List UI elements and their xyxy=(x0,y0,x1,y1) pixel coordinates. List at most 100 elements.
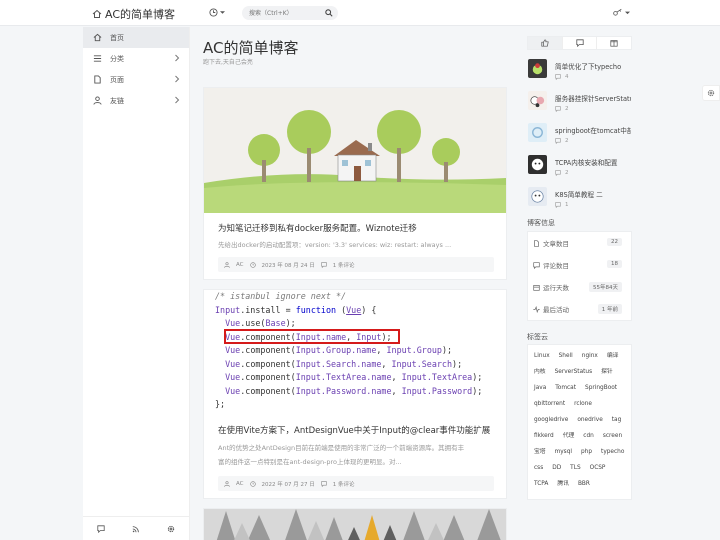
tag-link[interactable]: screen xyxy=(603,431,622,441)
tag-link[interactable]: OCSP xyxy=(590,463,606,473)
recent-post-count: 1 xyxy=(555,202,569,208)
blog-stats: 文章数目 22 评论数目 18 运行天数 55年84天 最后活动 1 年前 xyxy=(527,231,632,321)
post-comments[interactable]: 1 条评论 xyxy=(333,480,355,488)
sidebar-item-label: 友链 xyxy=(110,96,124,105)
tag-link[interactable]: BBR xyxy=(578,479,590,489)
recent-post-title[interactable]: 简单优化了下typecho xyxy=(555,61,631,71)
tag-link[interactable]: nginx xyxy=(582,351,598,361)
tag-link[interactable]: SpringBoot xyxy=(585,383,617,393)
settings-icon[interactable] xyxy=(167,525,175,533)
sidebar-item-label: 首页 xyxy=(110,33,124,42)
sidebar-item-pages[interactable]: 页面 xyxy=(83,69,189,90)
post-cover-image[interactable] xyxy=(204,509,506,540)
tag-link[interactable]: Tomcat xyxy=(555,383,576,393)
file-icon xyxy=(534,239,539,247)
page-subtitle: 跑下去,天自己会亮 xyxy=(203,59,253,66)
tag-link[interactable]: 腾讯 xyxy=(557,479,569,489)
tag-link[interactable]: onedrive xyxy=(577,415,602,425)
recent-post-title[interactable]: 服务器挂探针ServerStatus xyxy=(555,93,631,103)
pulse-icon xyxy=(533,305,540,313)
tag-link[interactable]: ServerStatus xyxy=(555,367,592,377)
post-date: 2022 年 07 月 27 日 xyxy=(261,481,315,488)
sidebar-tabs xyxy=(527,36,632,50)
sidebar-item-categories[interactable]: 分类 xyxy=(83,48,189,69)
tag-link[interactable]: typecho xyxy=(601,447,624,457)
key-icon xyxy=(613,8,622,16)
list-item[interactable]: springboot在tomcat中部署 2 xyxy=(527,119,632,151)
recent-post-title[interactable]: K8S简单教程 二 xyxy=(555,189,631,199)
tag-cloud: Linux Shell nginx 编译内核 ServerStatus 探针 Java Tom… xyxy=(527,344,632,500)
tag-link[interactable]: TCPA xyxy=(534,479,548,489)
tag-link[interactable]: 编译 xyxy=(607,351,619,361)
home-icon xyxy=(92,9,102,18)
tag-link[interactable]: 宝塔 xyxy=(534,447,546,457)
post-author[interactable]: AC xyxy=(236,481,244,487)
tag-link[interactable]: cdn xyxy=(583,431,594,441)
sidebar-item-friends[interactable]: 友链 xyxy=(83,90,189,111)
tab-random[interactable] xyxy=(597,37,631,49)
chevron-down-icon xyxy=(625,11,630,15)
list-item[interactable]: 服务器挂探针ServerStatus 2 xyxy=(527,87,632,119)
sidebar: 首页 分类 页面 友链 xyxy=(83,27,190,540)
post-comments[interactable]: 1 条评论 xyxy=(333,261,355,269)
comment-icon xyxy=(555,170,561,176)
recent-post-title[interactable]: TCPA内核安装和配置 xyxy=(555,157,631,167)
recent-post-count: 4 xyxy=(555,74,569,80)
tag-link[interactable]: 内核 xyxy=(534,367,546,377)
post-card[interactable]: 为知笔记迁移到私有docker服务配置。Wiznote迁移 先给出docker的… xyxy=(203,87,507,280)
post-card[interactable] xyxy=(203,508,507,540)
post-title[interactable]: 在使用Vite方案下，AntDesignVue中关于Input的@clear事件… xyxy=(218,424,490,436)
tag-link[interactable]: php xyxy=(581,447,592,457)
floating-settings-button[interactable] xyxy=(702,85,720,101)
list-item[interactable]: TCPA内核安装和配置 2 xyxy=(527,151,632,183)
tag-link[interactable]: mysql xyxy=(555,447,572,457)
rss-icon[interactable] xyxy=(132,525,140,533)
sidebar-item-label: 分类 xyxy=(110,54,124,63)
tag-link[interactable]: tag xyxy=(612,415,622,425)
page-title: AC的简单博客 xyxy=(203,39,299,57)
site-brand[interactable]: AC的简单博客 xyxy=(92,6,175,22)
chat-icon[interactable] xyxy=(97,524,105,533)
comment-icon xyxy=(533,261,540,269)
comment-icon xyxy=(555,106,561,112)
code-highlight-box xyxy=(224,329,400,344)
search-icon[interactable] xyxy=(325,9,333,17)
sidebar-item-home[interactable]: 首页 xyxy=(83,27,189,48)
tag-link[interactable]: css xyxy=(534,463,543,473)
post-author[interactable]: AC xyxy=(236,262,244,268)
stats-heading: 博客信息 xyxy=(527,219,555,227)
tag-link[interactable]: DD xyxy=(552,463,561,473)
post-title[interactable]: 为知笔记迁移到私有docker服务配置。Wiznote迁移 xyxy=(218,222,417,234)
user-icon xyxy=(224,480,230,487)
tag-link[interactable]: Java xyxy=(534,383,546,393)
tab-comments[interactable] xyxy=(563,37,598,49)
post-meta: AC 2022 年 07 月 27 日 1 条评论 xyxy=(218,476,494,491)
sidebar-item-label: 页面 xyxy=(110,75,124,84)
clock-icon xyxy=(209,8,218,17)
login-button[interactable] xyxy=(613,8,630,17)
top-bar: AC的简单博客 xyxy=(0,0,720,26)
tag-link[interactable]: googledrive xyxy=(534,415,568,425)
tag-link[interactable]: 探针 xyxy=(601,367,613,377)
tag-link[interactable]: 代理 xyxy=(563,431,575,441)
search-input[interactable] xyxy=(242,6,320,20)
recent-post-title[interactable]: springboot在tomcat中部署 xyxy=(555,125,631,135)
post-cover-code[interactable]: /* istanbul ignore next */ Input.install… xyxy=(204,290,506,414)
clock-icon xyxy=(249,261,256,268)
tab-popular[interactable] xyxy=(528,37,563,49)
theme-toggle[interactable] xyxy=(209,8,225,17)
stat-comments: 评论数目 18 xyxy=(528,254,631,276)
recent-post-count: 2 xyxy=(555,138,569,144)
post-card[interactable]: /* istanbul ignore next */ Input.install… xyxy=(203,289,507,499)
post-excerpt-line-2: 富的组件这一点特别是在ant-design-pro上体现的更明显。对... xyxy=(218,458,402,466)
tag-link[interactable]: Linux xyxy=(534,351,550,361)
tag-link[interactable]: qbittorrent xyxy=(534,399,565,409)
clock-icon xyxy=(249,480,256,487)
tag-link[interactable]: TLS xyxy=(570,463,580,473)
tag-link[interactable]: Shell xyxy=(559,351,573,361)
list-item[interactable]: 简单优化了下typecho 4 xyxy=(527,55,632,87)
post-cover-image[interactable] xyxy=(204,88,506,213)
tag-link[interactable]: rclone xyxy=(574,399,592,409)
tag-link[interactable]: fikkerd xyxy=(534,431,554,441)
list-item[interactable]: K8S简单教程 二 1 xyxy=(527,183,632,215)
